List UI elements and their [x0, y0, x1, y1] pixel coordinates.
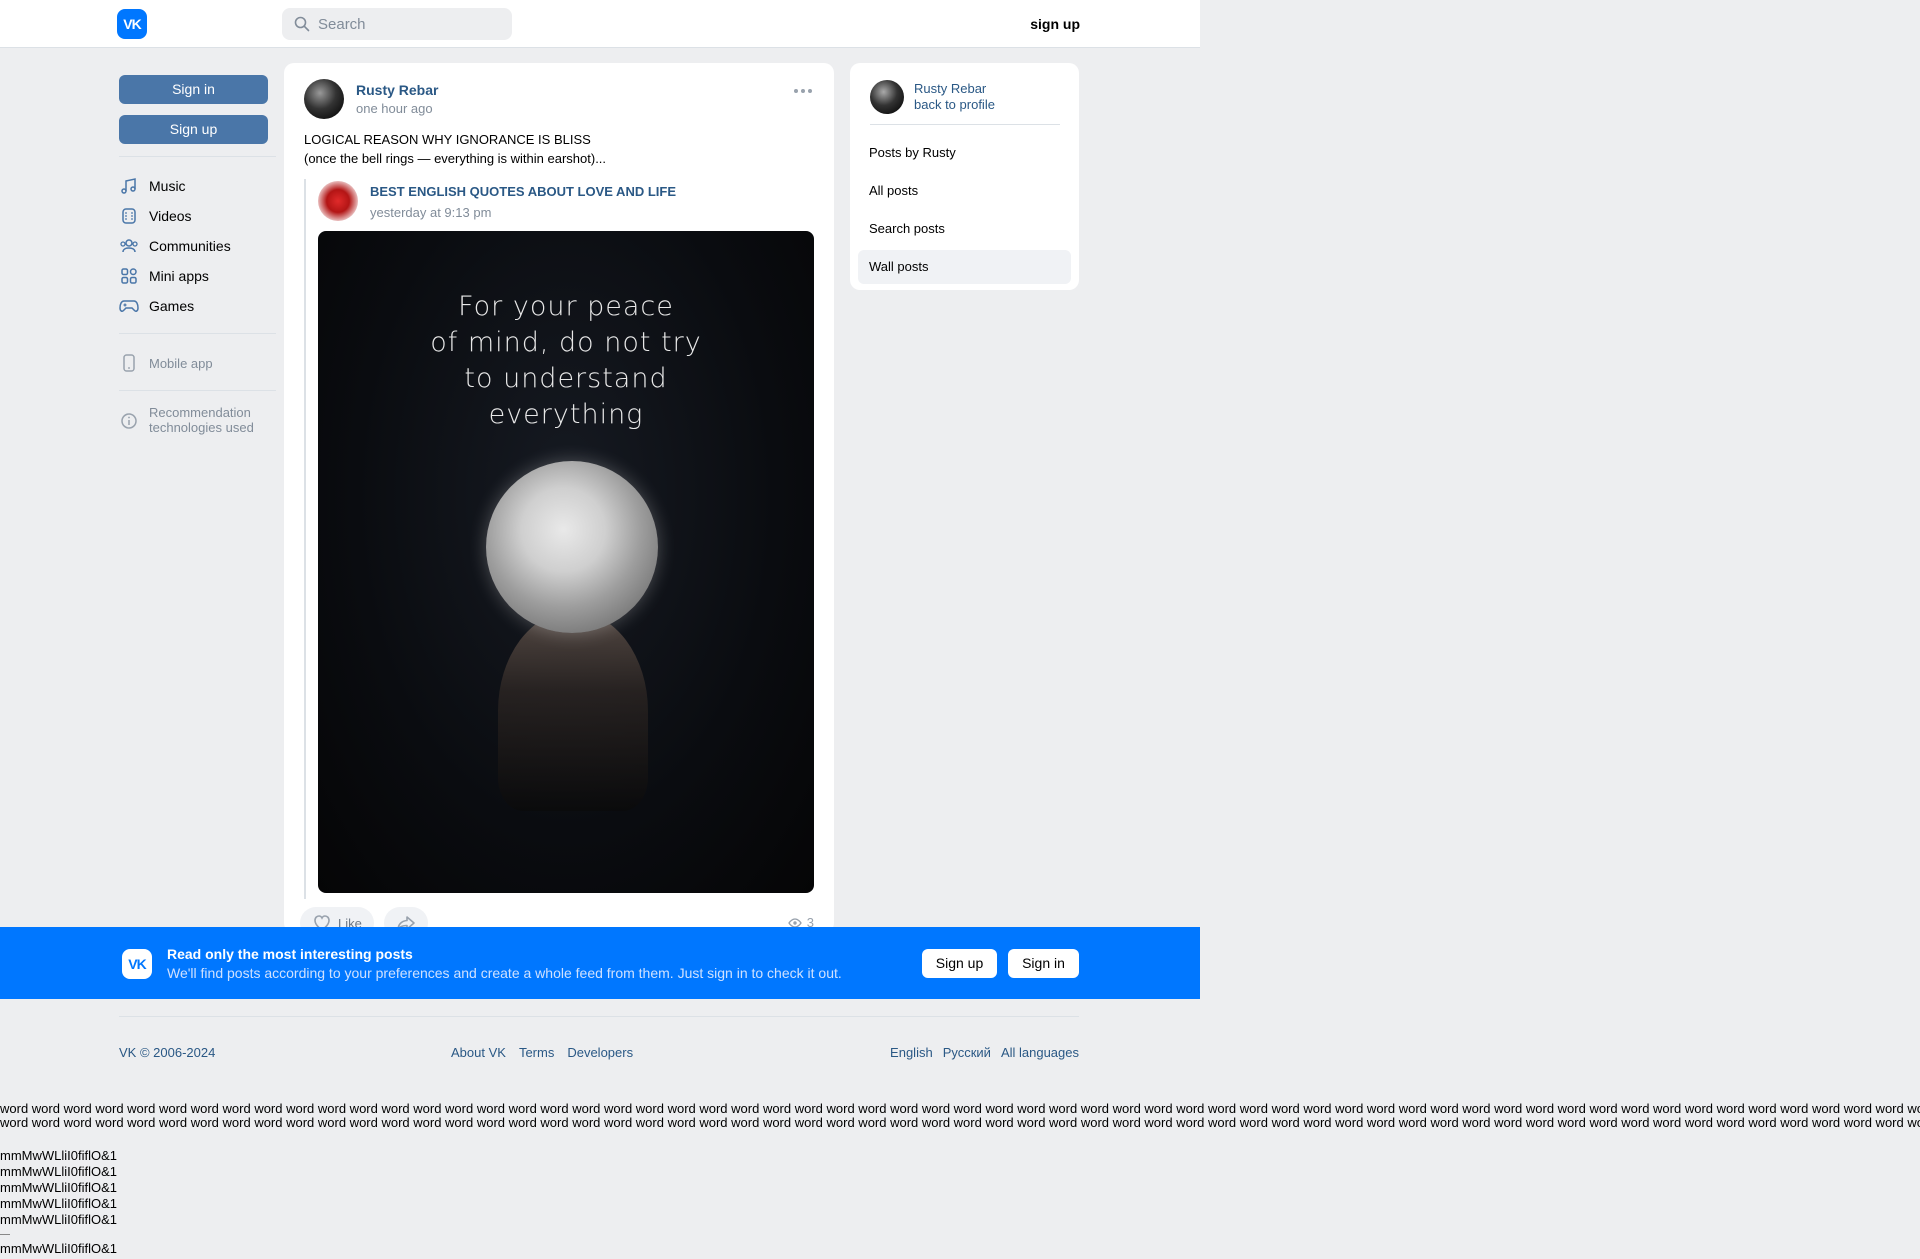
repost-time[interactable]: yesterday at 9:13 pm — [370, 205, 676, 220]
communities-icon — [119, 236, 139, 256]
font-test-line: mmMwWLliI0fiflO&1 — [0, 1164, 118, 1179]
copyright[interactable]: VK © 2006-2024 — [119, 1045, 215, 1060]
repost-source-link[interactable]: BEST ENGLISH QUOTES ABOUT LOVE AND LIFE — [370, 184, 676, 199]
footer-link-terms[interactable]: Terms — [519, 1045, 554, 1060]
nav-item-music[interactable]: Music — [119, 171, 276, 201]
nav-item-communities[interactable]: Communities — [119, 231, 276, 261]
photo-quote: For your peace of mind, do not try to un… — [318, 289, 814, 433]
lang-all[interactable]: All languages — [1001, 1045, 1079, 1060]
moon-illustration — [486, 461, 658, 633]
music-icon — [119, 176, 139, 196]
divider — [119, 156, 276, 157]
post-time[interactable]: one hour ago — [356, 101, 438, 116]
font-test-line: mmMwWLliI0fiflO&1 — [0, 1212, 118, 1227]
profile-name[interactable]: Rusty Rebar — [914, 81, 995, 97]
search-icon — [294, 16, 310, 32]
menu-item-posts-by-owner[interactable]: Posts by Rusty — [858, 136, 1071, 170]
quote-line: everything — [488, 399, 644, 430]
recommendation-line: Recommendation — [149, 405, 251, 420]
info-icon — [119, 411, 139, 431]
quote-line: of mind, do not try — [430, 327, 702, 358]
top-header: VK sign up — [0, 0, 1200, 48]
footer-link-developers[interactable]: Developers — [567, 1045, 633, 1060]
left-sidebar: Sign in Sign up Music Videos Communities… — [119, 75, 276, 435]
wall-filter-list: Posts by Rusty All posts Search posts Wa… — [858, 136, 1071, 288]
nav-label: Communities — [149, 238, 231, 254]
nav-label: Games — [149, 298, 195, 314]
quote-line: For your peace — [458, 291, 674, 322]
hand-illustration — [498, 611, 648, 811]
recommendation-line: technologies used — [149, 420, 254, 435]
profile-avatar[interactable] — [870, 79, 904, 114]
post-text-line: LOGICAL REASON WHY IGNORANCE IS BLISS — [304, 132, 591, 147]
author-name-link[interactable]: Rusty Rebar — [356, 82, 438, 98]
filler-line: word word word word word word word word … — [0, 1115, 1920, 1130]
back-to-profile-link[interactable]: back to profile — [914, 97, 995, 113]
banner-signin-button[interactable]: Sign in — [1008, 949, 1079, 978]
signup-button[interactable]: Sign up — [119, 115, 268, 144]
font-test-line: mmMwWLliI0fiflO&1 — [0, 1241, 118, 1256]
banner-subtitle: We'll find posts according to your prefe… — [167, 965, 842, 981]
nav-item-videos[interactable]: Videos — [119, 201, 276, 231]
filler-line: word word word word word word word word … — [0, 1102, 1920, 1116]
font-test-line: mmMwWLliI0fiflO&1 — [0, 1180, 118, 1195]
footer-links: About VK Terms Developers — [451, 1045, 633, 1060]
divider — [119, 390, 276, 391]
font-test-block: mmMwWLliI0fiflO&1 mmMwWLliI0fiflO&1 mmMw… — [0, 1148, 117, 1257]
post-text-line: (once the bell rings — everything is wit… — [304, 151, 607, 166]
lang-russian[interactable]: Русский — [943, 1045, 991, 1060]
eye-icon — [787, 917, 802, 928]
profile-meta: Rusty Rebar back to profile — [914, 81, 995, 113]
header-signup-link[interactable]: sign up — [1030, 16, 1080, 32]
menu-item-all-posts[interactable]: All posts — [858, 174, 1071, 208]
video-icon — [119, 206, 139, 226]
nav-item-mobile-app[interactable]: Mobile app — [119, 348, 276, 378]
language-links: English Русский All languages — [890, 1045, 1079, 1060]
banner-title: Read only the most interesting posts — [167, 946, 413, 962]
divider — [0, 1234, 10, 1235]
author-avatar[interactable] — [304, 79, 344, 119]
profile-wall-menu: Rusty Rebar back to profile Posts by Rus… — [850, 63, 1079, 290]
search-box[interactable] — [282, 8, 512, 40]
banner-signup-button[interactable]: Sign up — [922, 949, 997, 978]
repost-block: BEST ENGLISH QUOTES ABOUT LOVE AND LIFE … — [304, 179, 814, 899]
quote-line: to understand — [464, 363, 668, 394]
post-card: Rusty Rebar one hour ago LOGICAL REASON … — [284, 63, 834, 933]
nav-label: Videos — [149, 208, 192, 224]
profile-back-header[interactable]: Rusty Rebar back to profile — [870, 79, 1060, 125]
repost-header: BEST ENGLISH QUOTES ABOUT LOVE AND LIFE … — [318, 181, 814, 221]
recommendation-text: Recommendation technologies used — [149, 405, 254, 435]
menu-item-wall-posts[interactable]: Wall posts — [858, 250, 1071, 284]
gamepad-icon — [119, 296, 139, 316]
search-input[interactable] — [318, 15, 488, 33]
footer-link-about[interactable]: About VK — [451, 1045, 506, 1060]
phone-icon — [119, 353, 139, 373]
post-photo[interactable]: For your peace of mind, do not try to un… — [318, 231, 814, 893]
font-test-line: mmMwWLliI0fiflO&1 — [0, 1196, 118, 1211]
menu-item-search-posts[interactable]: Search posts — [858, 212, 1071, 246]
nav-item-mini-apps[interactable]: Mini apps — [119, 261, 276, 291]
divider — [119, 333, 276, 334]
lang-english[interactable]: English — [890, 1045, 933, 1060]
post-meta: Rusty Rebar one hour ago — [356, 82, 438, 116]
nav-item-games[interactable]: Games — [119, 291, 276, 321]
vk-logo: VK — [122, 949, 152, 979]
vk-logo[interactable]: VK — [117, 9, 147, 39]
nav-label: Music — [149, 178, 186, 194]
signin-button[interactable]: Sign in — [119, 75, 268, 104]
repost-meta: BEST ENGLISH QUOTES ABOUT LOVE AND LIFE … — [370, 183, 676, 220]
font-test-line: mmMwWLliI0fiflO&1 — [0, 1148, 118, 1163]
nav-label: Mobile app — [149, 355, 213, 371]
filler-text: word word word word word word word word … — [0, 1102, 1920, 1130]
post-text: LOGICAL REASON WHY IGNORANCE IS BLISS (o… — [304, 130, 606, 168]
repost-avatar[interactable] — [318, 181, 358, 221]
mini-apps-icon — [119, 266, 139, 286]
post-header: Rusty Rebar one hour ago — [304, 79, 438, 119]
more-options-icon[interactable] — [794, 89, 812, 93]
nav-label: Mini apps — [149, 268, 209, 284]
signin-promo-banner: VK Read only the most interesting posts … — [0, 927, 1200, 999]
nav-item-recommendation[interactable]: Recommendation technologies used — [119, 405, 276, 435]
footer-divider — [119, 1016, 1079, 1017]
